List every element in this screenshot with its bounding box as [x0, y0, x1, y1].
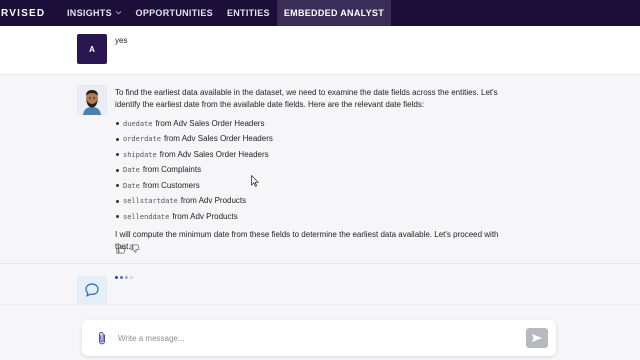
user-avatar: A [77, 34, 107, 64]
typing-dot [120, 276, 123, 279]
nav-item-label: EMBEDDED ANALYST [283, 8, 384, 18]
assistant-intro-text: To find the earliest data available in t… [115, 88, 498, 109]
list-item: shipdate from Adv Sales Order Headers [115, 147, 515, 163]
message-input[interactable]: Write a message... [118, 334, 526, 343]
paperclip-icon[interactable] [96, 331, 108, 345]
typing-indicator [115, 276, 133, 279]
nav-item-opportunities[interactable]: OPPORTUNITIES [129, 0, 220, 26]
assistant-outro-text: I will compute the minimum date from the… [115, 229, 499, 251]
send-icon [532, 334, 542, 342]
list-item: orderdate from Adv Sales Order Headers [115, 132, 515, 148]
bearded-man-avatar-icon [77, 85, 107, 115]
mouse-cursor-icon [251, 175, 259, 187]
field-code: duedate [123, 119, 153, 128]
feedback-actions [116, 244, 140, 254]
nav-item-entities[interactable]: ENTITIES [220, 0, 277, 26]
assistant-message-body: To find the earliest data available in t… [115, 87, 515, 253]
assistant-avatar [77, 276, 107, 304]
chat-bubble-icon [85, 283, 99, 297]
composer-area: Write a message... [0, 304, 640, 360]
field-source: from Adv Sales Order Headers [163, 134, 273, 144]
field-source: from Adv Products [180, 196, 247, 206]
list-item: Date from Customers [115, 178, 515, 194]
message-composer: Write a message... [82, 320, 556, 356]
field-source: from Customers [142, 180, 200, 190]
chevron-down-icon: ⌵ [115, 9, 122, 16]
typing-dot [130, 276, 133, 279]
field-code: sellstartdate [123, 197, 178, 206]
field-code: Date [123, 181, 140, 190]
nav-item-label: OPPORTUNITIES [135, 8, 213, 18]
assistant-loading-message [0, 264, 640, 304]
brand-logo[interactable]: RVISED [0, 8, 60, 19]
date-field-list: duedate from Adv Sales Order Headers orde… [115, 116, 515, 225]
list-item: duedate from Adv Sales Order Headers [115, 116, 515, 132]
field-source: from Adv Sales Order Headers [159, 149, 269, 159]
user-message-text: yes [115, 36, 128, 45]
thumbs-up-icon[interactable] [116, 244, 126, 254]
nav-item-label: INSIGHTS [67, 8, 112, 18]
nav-item-insights[interactable]: INSIGHTS ⌵ [60, 0, 129, 26]
field-code: orderdate [123, 135, 161, 144]
thumbs-down-icon[interactable] [130, 244, 140, 254]
field-code: sellenddate [123, 212, 170, 221]
typing-dot [115, 276, 118, 279]
field-source: from Complaints [142, 165, 202, 175]
send-button[interactable] [526, 328, 548, 348]
list-item: sellenddate from Adv Products [115, 209, 515, 225]
user-message: A yes [0, 26, 640, 74]
top-navigation: RVISED INSIGHTS ⌵ OPPORTUNITIES ENTITIES… [0, 0, 640, 26]
assistant-avatar [77, 85, 107, 115]
nav-item-embedded-analyst[interactable]: EMBEDDED ANALYST [276, 0, 391, 26]
assistant-message: To find the earliest data available in t… [0, 74, 640, 264]
field-code: Date [123, 166, 140, 175]
typing-dot [125, 276, 128, 279]
list-item: Date from Complaints [115, 163, 515, 179]
nav-item-label: ENTITIES [226, 8, 270, 18]
field-source: from Adv Products [172, 211, 238, 221]
list-item: sellstartdate from Adv Products [115, 194, 515, 210]
field-source: from Adv Sales Order Headers [155, 118, 265, 128]
field-code: shipdate [123, 150, 157, 159]
